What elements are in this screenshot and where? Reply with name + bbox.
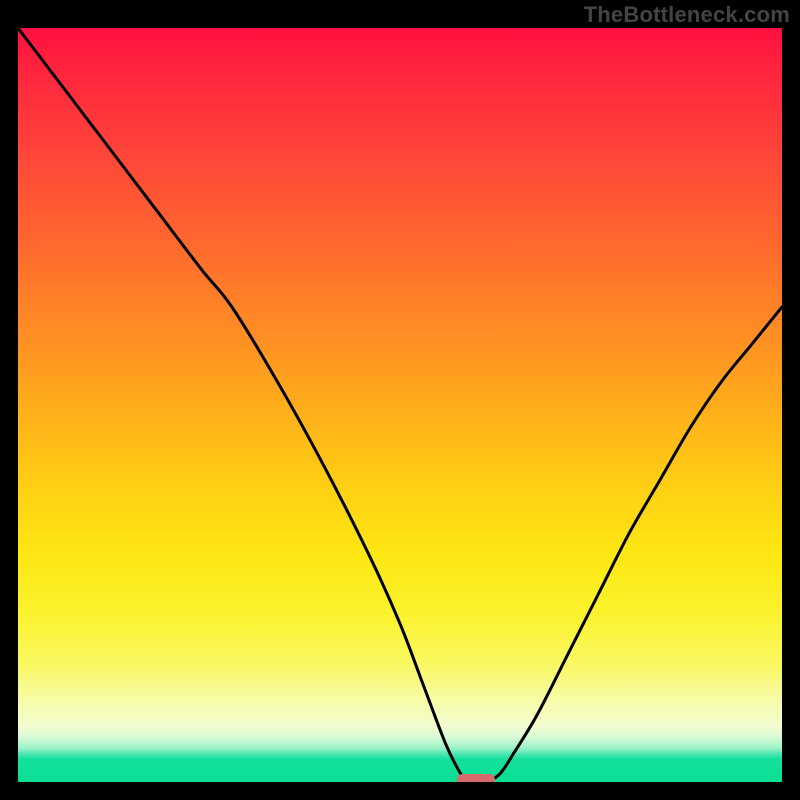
plot-area <box>18 28 782 782</box>
watermark-text: TheBottleneck.com <box>584 2 790 28</box>
chart-frame: TheBottleneck.com <box>0 0 800 800</box>
optimal-zone-marker <box>457 774 495 782</box>
bottleneck-curve <box>18 28 782 782</box>
curve-layer <box>18 28 782 782</box>
